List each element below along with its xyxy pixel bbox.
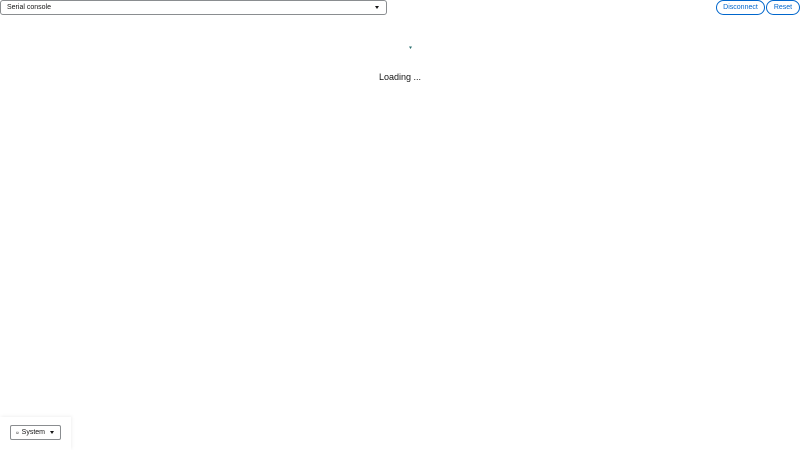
vm-console-page: Serial console Disconnect Reset Loading … bbox=[0, 0, 800, 450]
monitor-icon bbox=[16, 431, 19, 434]
reset-button[interactable]: Reset bbox=[766, 0, 800, 15]
caret-down-icon bbox=[375, 6, 379, 9]
loading-spinner-icon bbox=[409, 46, 412, 49]
console-type-select[interactable]: Serial console bbox=[0, 0, 387, 15]
theme-switcher-label: System bbox=[21, 429, 45, 436]
disconnect-button[interactable]: Disconnect bbox=[716, 0, 765, 15]
caret-down-icon bbox=[50, 431, 54, 434]
theme-switcher-toggle[interactable]: System bbox=[10, 425, 61, 440]
loading-text: Loading ... bbox=[378, 72, 422, 82]
console-type-value: Serial console bbox=[7, 4, 51, 11]
